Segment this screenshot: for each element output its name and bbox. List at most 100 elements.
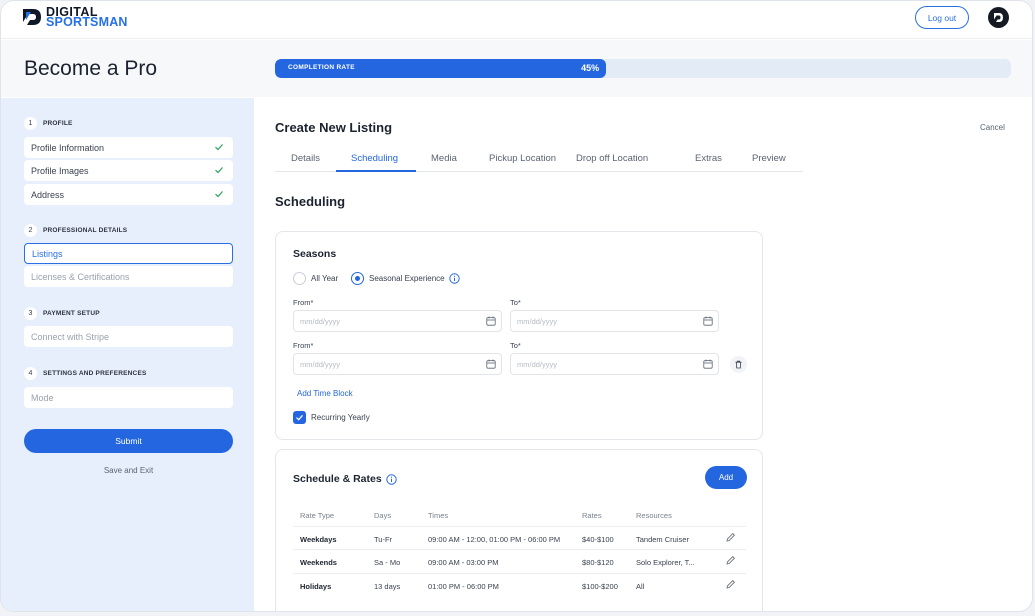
sidebar-item-connect-stripe[interactable]: Connect with Stripe <box>24 326 233 347</box>
info-icon[interactable] <box>449 273 460 284</box>
tab-drop-off-location[interactable]: Drop off Location <box>576 153 648 164</box>
table-row[interactable]: Weekdays Tu-Fr 09:00 AM - 12:00, 01:00 P… <box>293 526 746 549</box>
cell-times: 01:00 PM - 06:00 PM <box>428 582 499 591</box>
calendar-icon[interactable] <box>486 316 496 326</box>
cell-resources: Tandem Cruiser <box>636 535 689 544</box>
listing-title: Create New Listing <box>275 120 393 135</box>
tab-extras[interactable]: Extras <box>695 153 722 164</box>
section-title-scheduling: Scheduling <box>275 194 346 209</box>
to-date-input-1[interactable] <box>510 310 719 332</box>
section-title: PROFILE <box>43 120 73 127</box>
delete-time-block-button[interactable] <box>730 356 747 373</box>
completion-label: COMPLETION RATE <box>288 64 355 71</box>
sidebar-item-mode[interactable]: Mode <box>24 387 233 408</box>
from-label: From* <box>293 341 314 350</box>
info-icon[interactable] <box>386 474 397 485</box>
sidebar-item-label: Licenses & Certifications <box>31 271 130 282</box>
radio-all-year[interactable]: All Year <box>293 272 338 285</box>
logo[interactable]: DIGITAL SPORTSMAN <box>21 6 128 28</box>
cell-times: 09:00 AM - 12:00, 01:00 PM - 06:00 PM <box>428 535 561 544</box>
schedule-rates-card: Schedule & Rates Add Rate Type Days Time… <box>275 449 763 611</box>
calendar-icon[interactable] <box>486 359 496 369</box>
to-label: To* <box>510 298 521 307</box>
save-and-exit-link[interactable]: Save and Exit <box>24 466 233 475</box>
sidebar-item-label: Mode <box>31 392 54 403</box>
tab-pickup-location[interactable]: Pickup Location <box>489 153 556 164</box>
calendar-icon[interactable] <box>703 316 713 326</box>
section-title: PAYMENT SETUP <box>43 310 100 317</box>
tab-scheduling[interactable]: Scheduling <box>351 153 398 164</box>
avatar[interactable] <box>988 7 1009 28</box>
from-date-input-2[interactable] <box>293 353 502 375</box>
tab-preview[interactable]: Preview <box>752 153 786 164</box>
logo-text: DIGITAL SPORTSMAN <box>46 6 128 29</box>
page-title: Become a Pro <box>24 57 158 80</box>
seasons-card: Seasons All Year Seasonal Experience Fro… <box>275 231 763 440</box>
cell-rate-type: Holidays <box>300 582 332 591</box>
recurring-yearly-checkbox[interactable] <box>293 411 306 424</box>
logo-mark-icon <box>23 9 41 25</box>
section-title: SETTINGS AND PREFERENCES <box>43 370 147 377</box>
cell-resources: Solo Explorer, T... <box>636 558 695 567</box>
active-tab-indicator <box>336 170 416 172</box>
column-header-times: Times <box>428 511 449 520</box>
sidebar-section-payment-setup: 3 PAYMENT SETUP <box>24 307 100 320</box>
column-header-rates: Rates <box>582 511 602 520</box>
section-number: 2 <box>24 224 37 237</box>
cell-rates: $40-$100 <box>582 535 614 544</box>
radio-label: Seasonal Experience <box>369 274 445 283</box>
app-window: DIGITAL SPORTSMAN Log out Become a Pro C… <box>0 0 1033 612</box>
trash-icon <box>735 360 742 369</box>
tab-media[interactable]: Media <box>431 153 457 164</box>
from-date-input-1[interactable] <box>293 310 502 332</box>
sidebar-item-profile-images[interactable]: Profile Images <box>24 160 233 181</box>
pencil-icon[interactable] <box>725 579 736 590</box>
completion-progress-bar: COMPLETION RATE 45% <box>275 59 1011 78</box>
calendar-icon[interactable] <box>703 359 713 369</box>
recurring-yearly-label: Recurring Yearly <box>311 413 370 422</box>
sidebar-item-label: Listings <box>32 248 63 259</box>
cell-days: Tu-Fr <box>374 535 393 544</box>
listing-tabs: Details Scheduling Media Pickup Location… <box>275 147 803 172</box>
radio-selected-icon <box>351 272 364 285</box>
check-icon <box>215 167 223 174</box>
cell-days: Sa - Mo <box>374 558 401 567</box>
sidebar-item-profile-information[interactable]: Profile Information <box>24 137 233 158</box>
add-time-block-link[interactable]: Add Time Block <box>297 389 353 398</box>
submit-button[interactable]: Submit <box>24 429 233 453</box>
radio-circle-icon <box>293 272 306 285</box>
check-icon <box>215 144 223 151</box>
sidebar-item-address[interactable]: Address <box>24 184 233 205</box>
column-header-resources: Resources <box>636 511 672 520</box>
cancel-link[interactable]: Cancel <box>980 123 1005 132</box>
cell-rates: $100-$200 <box>582 582 618 591</box>
sidebar-item-label: Connect with Stripe <box>31 331 110 342</box>
seasons-title: Seasons <box>293 248 337 260</box>
completion-value: 45% <box>581 63 600 73</box>
sidebar-item-label: Profile Information <box>31 142 105 153</box>
cell-rate-type: Weekends <box>300 558 337 567</box>
add-rate-button[interactable]: Add <box>705 466 747 489</box>
sidebar-section-profile: 1 PROFILE <box>24 117 73 130</box>
sidebar-item-licenses-certifications[interactable]: Licenses & Certifications <box>24 266 233 287</box>
section-number: 4 <box>24 367 37 380</box>
pencil-icon[interactable] <box>725 555 736 566</box>
table-row[interactable]: Holidays 13 days 01:00 PM - 06:00 PM $10… <box>293 573 746 596</box>
tab-details[interactable]: Details <box>291 153 320 164</box>
column-header-rate-type: Rate Type <box>300 511 335 520</box>
column-header-days: Days <box>374 511 392 520</box>
cell-rates: $80-$120 <box>582 558 614 567</box>
table-row[interactable]: Weekends Sa - Mo 09:00 AM - 03:00 PM $80… <box>293 549 746 572</box>
to-date-input-2[interactable] <box>510 353 719 375</box>
checkmark-icon <box>296 414 303 421</box>
section-number: 1 <box>24 117 37 130</box>
radio-seasonal-experience[interactable]: Seasonal Experience <box>351 272 445 285</box>
pencil-icon[interactable] <box>725 532 736 543</box>
avatar-logo-icon <box>994 13 1003 22</box>
to-label: To* <box>510 341 521 350</box>
from-label: From* <box>293 298 314 307</box>
logout-button[interactable]: Log out <box>915 6 969 29</box>
section-number: 3 <box>24 307 37 320</box>
cell-rate-type: Weekdays <box>300 535 337 544</box>
sidebar-item-listings[interactable]: Listings <box>24 243 233 264</box>
